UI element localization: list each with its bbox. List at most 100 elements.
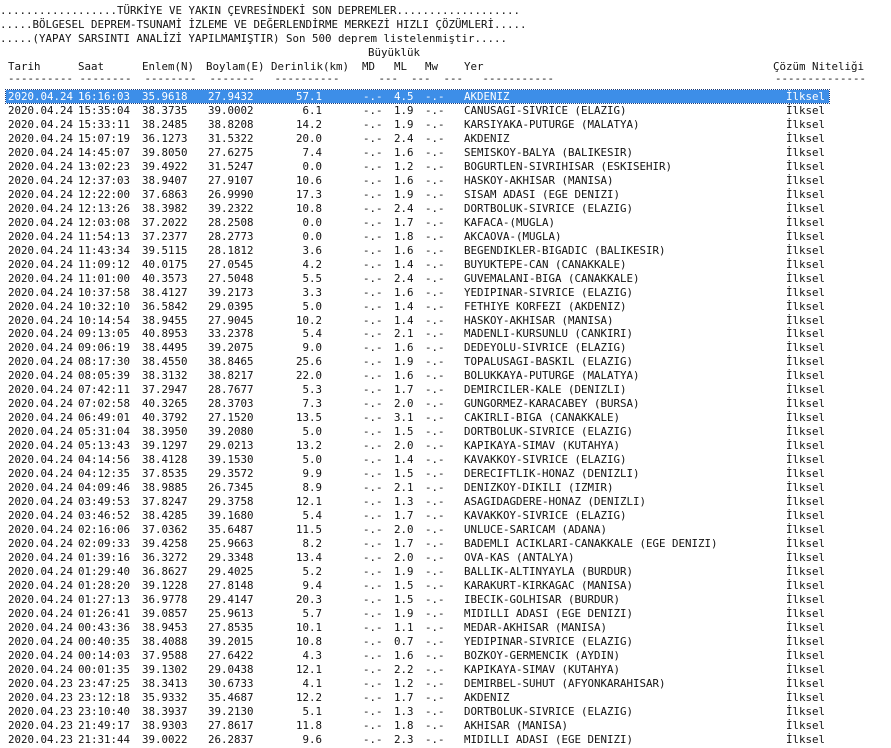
cell-mw: -.- bbox=[425, 634, 445, 648]
cell-depth: 20.3 bbox=[295, 592, 322, 606]
cell-lon: 27.8617 bbox=[208, 718, 254, 732]
table-row[interactable]: 2020.04.24 14:45:07 39.8050 27.6275 7.4 -.- 1.… bbox=[0, 146, 891, 160]
cell-lon: 27.9045 bbox=[208, 313, 254, 327]
table-row[interactable]: 2020.04.24 10:14:54 38.9455 27.9045 10.2 -.- 1… bbox=[0, 314, 891, 328]
table-row[interactable]: 2020.04.24 07:02:58 40.3265 28.3703 7.3 -.- 2.… bbox=[0, 397, 891, 411]
table-row[interactable]: 2020.04.24 12:37:03 38.9407 27.9107 10.6 -.- 1… bbox=[0, 174, 891, 188]
cell-place: IBECIK-GOLHISAR (BURDUR) bbox=[464, 592, 621, 606]
table-row-selected[interactable]: 2020.04.24 16:16:03 35.9618 27.9432 57.1 -.- 4… bbox=[0, 89, 891, 104]
cell-date: 2020.04.24 bbox=[8, 411, 74, 425]
cell-ml: 1.6 bbox=[394, 243, 414, 257]
cell-ml: 2.4 bbox=[394, 131, 414, 145]
cell-depth: 13.2 bbox=[295, 439, 322, 453]
cell-lon: 39.2173 bbox=[208, 285, 254, 299]
table-row[interactable]: 2020.04.24 10:32:10 36.5842 29.0395 5.0 -.- 1.… bbox=[0, 300, 891, 314]
cell-place: KAVAKKOY-SIVRICE (ELAZIG) bbox=[464, 509, 627, 523]
cell-lon: 29.0395 bbox=[208, 299, 254, 313]
cell-ml: 1.3 bbox=[394, 704, 414, 718]
cell-quality: İlksel bbox=[786, 662, 826, 676]
table-row[interactable]: 2020.04.24 12:03:08 37.2022 28.2508 0.0 -.- 1.… bbox=[0, 216, 891, 230]
cell-lat: 38.3937 bbox=[142, 704, 188, 718]
cell-ml: 1.3 bbox=[394, 495, 414, 509]
cell-ml: 1.2 bbox=[394, 159, 414, 173]
table-row[interactable]: 2020.04.24 00:14:03 37.9588 27.6422 4.3 -.- 1.… bbox=[0, 649, 891, 663]
table-row[interactable]: 2020.04.24 12:13:26 38.3982 39.2322 10.8 -.- 2… bbox=[0, 202, 891, 216]
table-row[interactable]: 2020.04.24 01:26:41 39.0857 25.9613 5.7 -.- 1.… bbox=[0, 607, 891, 621]
cell-place: DENIZKOY-DIKILI (IZMIR) bbox=[464, 481, 614, 495]
table-row[interactable]: 2020.04.23 23:10:40 38.3937 39.2130 5.1 -.- 1.… bbox=[0, 705, 891, 719]
table-row[interactable]: 2020.04.24 02:16:06 37.0362 35.6487 11.5 -.- 2… bbox=[0, 523, 891, 537]
table-row[interactable]: 2020.04.24 13:02:23 39.4922 31.5247 0.0 -.- 1.… bbox=[0, 160, 891, 174]
cell-quality: İlksel bbox=[786, 313, 826, 327]
cell-md: -.- bbox=[363, 676, 383, 690]
cell-ml: 2.3 bbox=[394, 732, 414, 746]
cell-time: 21:31:44 bbox=[78, 732, 131, 746]
table-row[interactable]: 2020.04.24 07:42:11 37.2947 28.7677 5.3 -.- 1.… bbox=[0, 383, 891, 397]
table-row[interactable]: 2020.04.24 09:13:05 40.8953 33.2378 5.4 -.- 2.… bbox=[0, 327, 891, 341]
cell-quality: İlksel bbox=[786, 271, 826, 285]
cell-lat: 36.9778 bbox=[142, 592, 188, 606]
table-row[interactable]: 2020.04.24 00:01:35 39.1302 29.0438 12.1 -.- 2… bbox=[0, 663, 891, 677]
cell-mw: -.- bbox=[425, 718, 445, 732]
table-row[interactable]: 2020.04.24 06:49:01 40.3792 27.1520 13.5 -.- 3… bbox=[0, 411, 891, 425]
cell-time: 08:17:30 bbox=[78, 355, 131, 369]
table-row[interactable]: 2020.04.24 11:09:12 40.0175 27.0545 4.2 -.- 1.… bbox=[0, 258, 891, 272]
table-row[interactable]: 2020.04.24 02:09:33 39.4258 25.9663 8.2 -.- 1.… bbox=[0, 537, 891, 551]
cell-md: -.- bbox=[363, 299, 383, 313]
table-row[interactable]: 2020.04.24 04:12:35 37.8535 29.3572 9.9 -.- 1.… bbox=[0, 467, 891, 481]
cell-date: 2020.04.24 bbox=[8, 243, 74, 257]
table-row[interactable]: 2020.04.24 08:05:39 38.3132 38.8217 22.0 -.- 1… bbox=[0, 369, 891, 383]
cell-ml: 1.6 bbox=[394, 369, 414, 383]
table-row[interactable]: 2020.04.24 01:27:13 36.9778 29.4147 20.3 -.- 1… bbox=[0, 593, 891, 607]
cell-date: 2020.04.24 bbox=[8, 425, 74, 439]
table-row[interactable]: 2020.04.24 03:46:52 38.4285 39.1680 5.4 -.- 1.… bbox=[0, 509, 891, 523]
cell-time: 01:28:20 bbox=[78, 578, 131, 592]
cell-lat: 38.9407 bbox=[142, 173, 188, 187]
table-row[interactable]: 2020.04.24 00:40:35 38.4088 39.2015 10.8 -.- 0… bbox=[0, 635, 891, 649]
cell-ml: 1.4 bbox=[394, 313, 414, 327]
cell-mw: -.- bbox=[425, 341, 445, 355]
table-row[interactable]: 2020.04.24 11:43:34 39.5115 28.1812 3.6 -.- 1.… bbox=[0, 244, 891, 258]
cell-depth: 0.0 bbox=[302, 159, 322, 173]
cell-md: -.- bbox=[363, 509, 383, 523]
cell-md: -.- bbox=[363, 383, 383, 397]
table-row[interactable]: 2020.04.24 01:29:40 36.8627 29.4025 5.2 -.- 1.… bbox=[0, 565, 891, 579]
table-row[interactable]: 2020.04.24 10:37:58 38.4127 39.2173 3.3 -.- 1.… bbox=[0, 286, 891, 300]
cell-time: 15:35:04 bbox=[78, 103, 131, 117]
cell-quality: İlksel bbox=[786, 676, 826, 690]
cell-lat: 39.0857 bbox=[142, 606, 188, 620]
table-row[interactable]: 2020.04.23 21:49:17 38.9303 27.8617 11.8 -.- 1… bbox=[0, 719, 891, 733]
cell-place: BEGENDIKLER-BIGADIC (BALIKESIR) bbox=[464, 243, 666, 257]
table-row[interactable]: 2020.04.24 09:06:19 38.4495 39.2075 9.0 -.- 1.… bbox=[0, 341, 891, 355]
table-row[interactable]: 2020.04.24 04:09:46 38.9885 26.7345 8.9 -.- 2.… bbox=[0, 481, 891, 495]
cell-ml: 1.6 bbox=[394, 285, 414, 299]
table-row[interactable]: 2020.04.24 11:01:00 40.3573 27.5048 5.5 -.- 2.… bbox=[0, 272, 891, 286]
cell-time: 10:32:10 bbox=[78, 299, 131, 313]
table-row[interactable]: 2020.04.24 01:39:16 36.3272 29.3348 13.4 -.- 2… bbox=[0, 551, 891, 565]
cell-ml: 1.9 bbox=[394, 103, 414, 117]
table-row[interactable]: 2020.04.23 23:12:18 35.9332 35.4687 12.2 -.- 1… bbox=[0, 691, 891, 705]
cell-date: 2020.04.24 bbox=[8, 313, 74, 327]
table-row[interactable]: 2020.04.24 03:49:53 37.8247 29.3758 12.1 -.- 1… bbox=[0, 495, 891, 509]
table-row[interactable]: 2020.04.24 05:13:43 39.1297 29.0213 13.2 -.- 2… bbox=[0, 439, 891, 453]
cell-quality: İlksel bbox=[786, 187, 826, 201]
cell-ml: 2.4 bbox=[394, 271, 414, 285]
cell-place: MEDAR-AKHISAR (MANISA) bbox=[464, 620, 608, 634]
cell-ml: 1.8 bbox=[394, 229, 414, 243]
table-row[interactable]: 2020.04.24 12:22:00 37.6863 26.9990 17.3 -.- 1… bbox=[0, 188, 891, 202]
table-row[interactable]: 2020.04.24 05:31:04 38.3950 39.2080 5.0 -.- 1.… bbox=[0, 425, 891, 439]
table-row[interactable]: 2020.04.23 21:31:44 39.0022 26.2837 9.6 -.- 2.… bbox=[0, 733, 891, 747]
table-row[interactable]: 2020.04.24 01:28:20 39.1228 27.8148 9.4 -.- 1.… bbox=[0, 579, 891, 593]
table-row[interactable]: 2020.04.24 08:17:30 38.4550 38.8465 25.6 -.- 1… bbox=[0, 355, 891, 369]
table-row[interactable]: 2020.04.24 00:43:36 38.9453 27.8535 10.1 -.- 1… bbox=[0, 621, 891, 635]
cell-date: 2020.04.24 bbox=[8, 537, 74, 551]
table-row[interactable]: 2020.04.24 15:35:04 38.3735 39.0002 6.1 -.- 1.… bbox=[0, 104, 891, 118]
table-row[interactable]: 2020.04.24 04:14:56 38.4128 39.1530 5.0 -.- 1.… bbox=[0, 453, 891, 467]
table-row[interactable]: 2020.04.24 15:07:19 36.1273 31.5322 20.0 -.- 2… bbox=[0, 132, 891, 146]
cell-mw: -.- bbox=[425, 495, 445, 509]
table-row[interactable]: 2020.04.24 11:54:13 37.2377 28.2773 0.0 -.- 1.… bbox=[0, 230, 891, 244]
cell-md: -.- bbox=[363, 537, 383, 551]
table-row[interactable]: 2020.04.23 23:47:25 38.3413 30.6733 4.1 -.- 1.… bbox=[0, 677, 891, 691]
cell-lon: 39.2322 bbox=[208, 201, 254, 215]
table-row[interactable]: 2020.04.24 15:33:11 38.2485 38.8208 14.2 -.- 1… bbox=[0, 118, 891, 132]
